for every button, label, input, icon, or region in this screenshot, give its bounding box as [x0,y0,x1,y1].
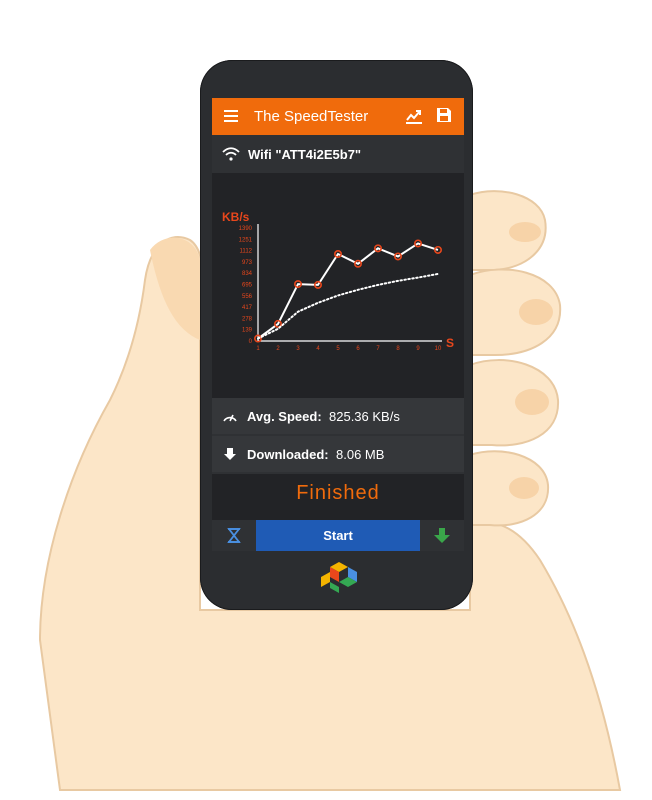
y-tick-label: 1251 [239,237,253,243]
downloaded-label: Downloaded: [247,447,329,462]
y-tick-label: 695 [242,283,253,289]
avg-speed-value: 825.36 KB/s [329,409,400,424]
x-tick-label: 9 [416,346,420,352]
x-tick-label: 1 [256,346,260,352]
speed-chart: KB/s S 0 139 278 417 556 695 834 973 1112 1251 1390 1… [212,173,464,398]
y-tick-label: 556 [242,294,253,300]
app-cube-logo-icon [321,562,357,593]
x-tick-label: 5 [336,346,340,352]
avg-speed-label: Avg. Speed: [247,409,322,424]
y-tick-label: 278 [242,316,253,322]
x-tick-label: 3 [296,346,300,352]
download-arrow-icon [224,448,236,460]
y-tick-label: 1112 [240,249,253,255]
hourglass-icon[interactable] [212,520,256,551]
speedometer-icon [223,414,237,422]
average-speed-line [257,272,439,340]
app-title: The SpeedTester [254,108,369,125]
connection-label: Wifi "ATT4i2E5b7" [248,147,362,162]
avg-speed-row: Avg. Speed: 825.36 KB/s [212,398,464,434]
start-button[interactable]: Start [256,520,420,551]
x-tick-label: 8 [396,346,400,352]
connection-row: Wifi "ATT4i2E5b7" [212,135,464,173]
downloaded-value: 8.06 MB [336,447,385,462]
green-down-arrow-icon[interactable] [420,520,464,551]
y-tick-label: 1390 [239,226,253,232]
x-tick-label: 2 [276,346,280,352]
wifi-icon [222,147,240,161]
x-tick-label: 10 [435,346,442,352]
y-axis-label: KB/s [222,210,250,224]
hamburger-menu-icon[interactable] [224,110,238,122]
x-tick-label: 7 [376,346,380,352]
x-axis-label: S [446,336,454,350]
status-area: Finished [212,474,464,520]
y-tick-label: 834 [242,271,253,277]
app-bar: The SpeedTester [212,98,464,135]
speed-chart-svg: KB/sS01392784175566958349731112125113901… [222,210,454,352]
bottom-controls: Start [212,520,464,551]
status-text: Finished [296,482,380,504]
y-tick-label: 973 [242,260,253,266]
y-tick-label: 0 [249,339,253,345]
app-screen: The SpeedTester Wifi "ATT4i2E5b7" KB/s S 0… [212,98,464,551]
floppy-disk-icon[interactable] [436,107,452,123]
trending-chart-icon[interactable] [405,107,423,125]
speed-line [257,242,439,340]
downloaded-row: Downloaded: 8.06 MB [212,436,464,472]
y-tick-label: 139 [242,328,253,334]
y-tick-label: 417 [242,305,253,311]
x-tick-label: 4 [316,346,320,352]
x-tick-label: 6 [356,346,360,352]
